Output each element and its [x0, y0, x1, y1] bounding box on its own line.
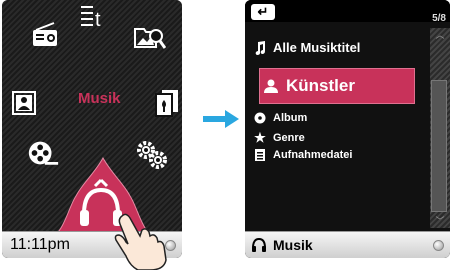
list-item-label: Genre — [273, 132, 305, 144]
list-item-label: Album — [273, 112, 308, 124]
scrollbar-thumb[interactable] — [431, 80, 447, 212]
list-item[interactable]: Alle Musiktitel — [253, 40, 360, 55]
headphones-small-icon — [251, 237, 267, 253]
list-item-label: Alle Musiktitel — [273, 40, 361, 55]
svg-text:t: t — [95, 9, 101, 30]
hand-pointer-icon — [112, 210, 172, 271]
note-icon — [253, 40, 267, 55]
status-bar: Musik — [245, 231, 450, 258]
back-button[interactable]: ↵ — [251, 4, 275, 20]
footer-label: Musik — [273, 237, 313, 253]
star-icon: ★ — [254, 130, 266, 145]
disc-icon — [253, 112, 267, 124]
music-list-screen: ↵ 5/8 Alle Musiktitel Künstler Album ★ G… — [245, 0, 450, 258]
scroll-knob-icon — [433, 240, 444, 251]
current-menu-label: Musik — [78, 90, 121, 107]
cards-icon[interactable] — [150, 88, 182, 118]
top-bar: ↵ — [245, 0, 450, 22]
scroll-up-icon[interactable]: ︿ — [430, 28, 450, 42]
arrow-right-icon — [203, 110, 239, 128]
photo-search-icon[interactable] — [132, 22, 166, 52]
scrollbar[interactable]: ︿ ﹀ — [430, 28, 450, 228]
list-item-label: Aufnahmedatei — [273, 149, 353, 161]
scroll-down-icon[interactable]: ﹀ — [430, 214, 450, 228]
text-list-icon[interactable]: t — [77, 2, 111, 32]
picture-icon[interactable] — [7, 88, 41, 118]
person-icon — [264, 79, 280, 93]
radio-icon[interactable] — [28, 20, 62, 50]
list-item[interactable]: Aufnahmedatei — [253, 149, 352, 161]
list-item-label: Künstler — [286, 76, 355, 95]
list-item[interactable]: ★ Genre — [253, 130, 305, 146]
list-item[interactable]: Album — [253, 112, 307, 124]
list-item-selected[interactable]: Künstler — [259, 68, 415, 104]
clock-display: 11:11pm — [10, 236, 70, 253]
page-indicator: 5/8 — [432, 13, 446, 24]
document-icon — [253, 149, 267, 161]
